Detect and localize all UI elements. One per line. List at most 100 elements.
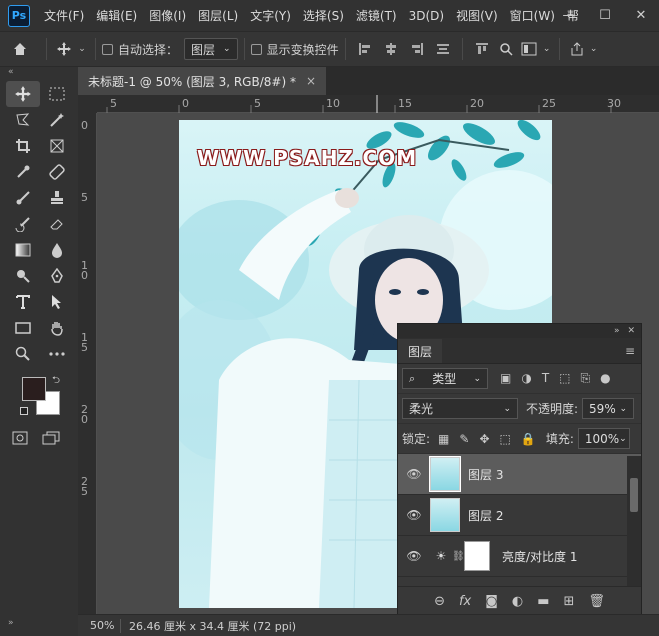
horizontal-ruler[interactable]: 5 0 5 10 15 20 25 30 xyxy=(97,95,659,113)
close-button[interactable]: ✕ xyxy=(623,8,659,23)
distribute-icon[interactable] xyxy=(430,42,456,56)
link-layers-icon[interactable]: ⊖ xyxy=(434,594,445,609)
collapse-icon[interactable]: « xyxy=(0,67,78,81)
search-icon[interactable] xyxy=(495,42,517,56)
zoom-tool-icon[interactable] xyxy=(6,341,40,367)
history-brush-icon[interactable] xyxy=(6,211,40,237)
healing-brush-icon[interactable] xyxy=(40,159,74,185)
maximize-button[interactable]: ☐ xyxy=(587,8,623,23)
new-adjustment-icon[interactable]: ◐ xyxy=(512,594,523,609)
opacity-field[interactable]: 59% ⌄ xyxy=(582,398,635,419)
crop-tool-icon[interactable] xyxy=(6,133,40,159)
blur-tool-icon[interactable] xyxy=(40,237,74,263)
eraser-icon[interactable] xyxy=(40,211,74,237)
type-tool-icon[interactable] xyxy=(6,289,40,315)
chevron-down-icon[interactable]: ⌄ xyxy=(75,44,89,54)
layer-row[interactable]: 👁 图层 2 xyxy=(398,495,641,536)
gradient-tool-icon[interactable] xyxy=(6,237,40,263)
new-group-icon[interactable]: ▬ xyxy=(537,594,549,609)
collapse-panel-icon[interactable]: » xyxy=(614,326,620,336)
shape-filter-icon[interactable]: ⬚ xyxy=(559,371,570,386)
chevron-down-icon[interactable]: ⌄ xyxy=(588,44,600,54)
align-center-icon[interactable] xyxy=(378,42,404,56)
menu-edit[interactable]: 编辑(E) xyxy=(90,7,143,24)
align-top-icon[interactable] xyxy=(469,42,495,56)
lock-image-icon[interactable]: ✎ xyxy=(459,432,469,446)
menu-file[interactable]: 文件(F) xyxy=(38,7,90,24)
fill-field[interactable]: 100% ⌄ xyxy=(577,428,630,449)
expand-icon[interactable]: » xyxy=(8,618,14,628)
dodge-tool-icon[interactable] xyxy=(6,263,40,289)
menu-filter[interactable]: 滤镜(T) xyxy=(350,7,403,24)
rectangle-tool-icon[interactable] xyxy=(6,315,40,341)
magic-wand-icon[interactable] xyxy=(40,107,74,133)
link-icon[interactable]: ⛓ xyxy=(452,551,465,562)
home-icon[interactable] xyxy=(0,41,40,57)
layer-mask-thumbnail[interactable] xyxy=(464,541,490,571)
layer-row[interactable]: 👁 ☀ ⛓ 亮度/对比度 1 xyxy=(398,536,641,577)
align-right-icon[interactable] xyxy=(404,42,430,56)
zoom-level[interactable]: 50% xyxy=(78,619,120,632)
quick-mask-icon[interactable] xyxy=(12,431,28,448)
foreground-color-swatch[interactable] xyxy=(22,377,46,401)
frame-tool-icon[interactable] xyxy=(40,133,74,159)
menu-select[interactable]: 选择(S) xyxy=(297,7,350,24)
photoshop-logo: Ps xyxy=(8,4,30,27)
eye-icon[interactable]: 👁 xyxy=(398,467,430,481)
lock-all-icon[interactable]: 🔒 xyxy=(521,432,536,446)
menu-type[interactable]: 文字(Y) xyxy=(244,7,297,24)
layer-row[interactable]: 👁 图层 3 xyxy=(398,454,641,495)
new-layer-icon[interactable]: ⊞ xyxy=(564,594,575,609)
auto-select-target-dropdown[interactable]: 图层 ⌄ xyxy=(184,38,238,60)
panel-menu-icon[interactable]: ≡ xyxy=(625,344,635,358)
type-filter-icon[interactable]: T xyxy=(542,371,549,386)
eyedropper-icon[interactable] xyxy=(6,159,40,185)
move-tool-icon[interactable] xyxy=(6,81,40,107)
workspace-icon[interactable] xyxy=(517,42,541,56)
move-tool-icon[interactable] xyxy=(53,41,75,57)
filter-toggle-icon[interactable]: ● xyxy=(600,371,610,386)
default-colors-icon[interactable] xyxy=(20,407,28,415)
swap-colors-icon[interactable]: ⮌ xyxy=(52,373,60,390)
menu-layer[interactable]: 图层(L) xyxy=(192,7,244,24)
align-left-icon[interactable] xyxy=(352,42,378,56)
menu-view[interactable]: 视图(V) xyxy=(450,7,504,24)
screen-mode-icon[interactable] xyxy=(42,431,60,448)
adjustment-filter-icon[interactable]: ◑ xyxy=(521,371,531,386)
blend-mode-dropdown[interactable]: 柔光 ⌄ xyxy=(402,398,518,419)
stamp-tool-icon[interactable] xyxy=(40,185,74,211)
layers-scrollbar[interactable] xyxy=(627,456,641,586)
filter-kind-dropdown[interactable]: ⌕ 类型 ⌄ xyxy=(402,368,488,389)
share-icon[interactable] xyxy=(566,42,588,56)
chevron-down-icon[interactable]: ⌄ xyxy=(541,44,553,54)
minimize-button[interactable]: — xyxy=(551,8,587,23)
eye-icon[interactable]: 👁 xyxy=(398,508,430,522)
hand-tool-icon[interactable] xyxy=(40,315,74,341)
layers-panel: » ✕ 图层 ≡ ⌕ 类型 ⌄ ▣ ◑ T ⬚ ⎘ ● 柔光 ⌄ 不透明度: 5… xyxy=(397,323,642,617)
document-tab[interactable]: 未标题-1 @ 50% (图层 3, RGB/8#) * × xyxy=(78,67,327,95)
add-mask-icon[interactable]: ◙ xyxy=(485,594,498,609)
lock-position-icon[interactable]: ✥ xyxy=(479,432,489,446)
brush-tool-icon[interactable] xyxy=(6,185,40,211)
layer-style-icon[interactable]: fx xyxy=(459,594,471,609)
menu-3d[interactable]: 3D(D) xyxy=(403,9,450,23)
menu-image[interactable]: 图像(I) xyxy=(143,7,192,24)
vertical-ruler[interactable]: 0 5 1 0 1 5 2 0 2 5 xyxy=(78,113,97,614)
lasso-tool-icon[interactable] xyxy=(6,107,40,133)
eye-icon[interactable]: 👁 xyxy=(398,549,430,563)
show-transform-checkbox[interactable] xyxy=(250,43,262,55)
lock-transparent-icon[interactable]: ▦ xyxy=(438,432,449,446)
close-panel-icon[interactable]: ✕ xyxy=(627,326,635,336)
lock-artboard-icon[interactable]: ⬚ xyxy=(500,432,511,446)
close-tab-icon[interactable]: × xyxy=(306,74,316,88)
marquee-tool-icon[interactable] xyxy=(40,81,74,107)
smart-object-filter-icon[interactable]: ⎘ xyxy=(581,371,591,386)
path-select-icon[interactable] xyxy=(40,289,74,315)
delete-layer-icon[interactable]: 🗑 xyxy=(588,594,605,609)
pen-tool-icon[interactable] xyxy=(40,263,74,289)
tab-layers[interactable]: 图层 xyxy=(398,339,443,363)
opacity-value: 59% xyxy=(589,401,616,416)
pixel-filter-icon[interactable]: ▣ xyxy=(500,371,511,386)
more-tools-icon[interactable] xyxy=(40,341,74,367)
auto-select-checkbox[interactable] xyxy=(102,43,113,55)
